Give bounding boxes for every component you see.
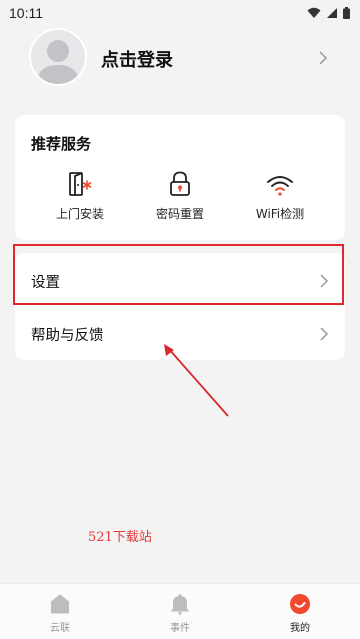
- tab-yunlian[interactable]: 云联: [30, 592, 90, 634]
- service-label: 密码重置: [155, 207, 204, 221]
- chevron-right-icon: [320, 327, 329, 341]
- avatar-placeholder-icon: [37, 40, 79, 84]
- service-label: 上门安装: [55, 207, 104, 221]
- tab-bar: 云联 事件 我的: [0, 583, 360, 639]
- service-password-reset[interactable]: 密码重置: [140, 167, 220, 222]
- tab-label: 我的: [290, 623, 310, 634]
- menu-item-label: 帮助与反馈: [31, 327, 104, 344]
- battery-icon: [343, 7, 350, 19]
- tab-events[interactable]: 事件: [150, 592, 210, 634]
- chevron-right-icon: [319, 51, 328, 65]
- status-time: 10:11: [9, 5, 43, 21]
- profile-header[interactable]: 点击登录: [0, 26, 360, 96]
- cell-signal-icon: [327, 8, 337, 18]
- lock-icon: [170, 171, 190, 196]
- wifi-signal-icon: [307, 7, 321, 18]
- tab-label: 事件: [170, 623, 190, 634]
- chevron-right-icon: [320, 274, 329, 288]
- status-icons: [307, 7, 350, 19]
- services-title: 推荐服务: [31, 135, 92, 153]
- annotation-arrow: [164, 344, 229, 417]
- tab-label: 云联: [50, 623, 70, 634]
- menu-item-settings[interactable]: 设置: [15, 254, 345, 308]
- services-card: 推荐服务 上门安装 密码重置 WiFi检测: [15, 115, 345, 240]
- tab-mine[interactable]: 我的: [270, 592, 330, 634]
- bell-icon: [171, 594, 189, 615]
- avatar[interactable]: [29, 28, 87, 86]
- door-install-icon: [69, 172, 92, 196]
- menu-item-label: 设置: [31, 274, 60, 291]
- home-icon: [51, 594, 69, 614]
- login-label[interactable]: 点击登录: [101, 46, 173, 72]
- service-door-install[interactable]: 上门安装: [40, 167, 120, 222]
- watermark: 521下载站: [88, 530, 152, 545]
- profile-icon: [290, 594, 310, 614]
- service-wifi-check[interactable]: WiFi检测: [240, 167, 320, 222]
- wifi-icon: [267, 176, 293, 196]
- service-label: WiFi检测: [255, 207, 305, 221]
- status-bar: 10:11: [0, 0, 360, 26]
